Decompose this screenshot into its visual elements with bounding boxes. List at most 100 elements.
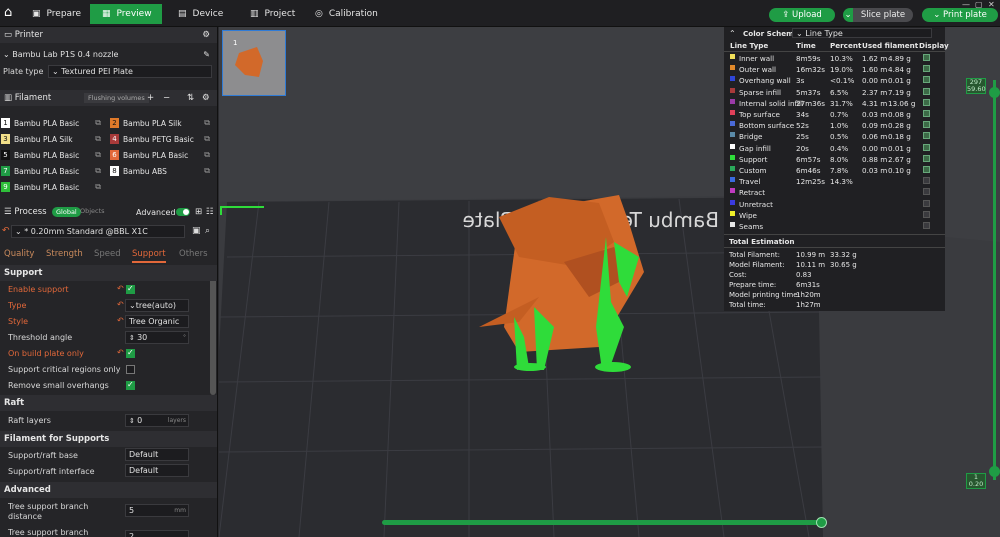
filament-item[interactable]: 9 Bambu PLA Basic ⧉ [1,180,107,194]
layer-slider-bottom-handle[interactable] [989,466,1000,477]
filament-color-swatch[interactable]: 5 [1,150,10,160]
edit-icon[interactable]: ⧉ [204,118,210,128]
display-checkbox[interactable] [923,177,930,185]
filament-item[interactable]: 7 Bambu PLA Basic ⧉ [1,164,107,178]
printer-select[interactable]: ⌄ Bambu Lab P1S 0.4 nozzle ✎ [0,48,212,61]
tab-project[interactable]: ▥ Project [238,4,307,24]
display-checkbox[interactable] [923,143,930,151]
remove-overhangs-checkbox[interactable] [126,380,135,390]
sync-icon[interactable]: ⇅ [187,93,194,103]
save-icon[interactable]: ▣ [192,226,201,236]
plate-type-select[interactable]: ⌄ Textured PEI Plate [48,65,212,78]
filament-color-swatch[interactable]: 8 [110,166,119,176]
filament-item[interactable]: 5 Bambu PLA Basic ⧉ [1,148,107,162]
home-icon[interactable]: ⌂ [4,6,18,20]
upload-button[interactable]: ⇪ Upload [769,8,835,22]
maximize-icon[interactable]: ▢ [975,0,985,9]
critical-checkbox[interactable] [126,365,135,374]
edit-icon[interactable]: ⧉ [204,166,210,176]
filament-color-swatch[interactable]: 7 [1,166,10,176]
color-scheme-select[interactable]: ⌄ Line Type [792,28,932,38]
onplate-checkbox[interactable] [126,348,135,358]
display-checkbox[interactable] [923,222,930,229]
edit-icon[interactable]: ⧉ [95,118,101,128]
tab-others[interactable]: Others [179,249,208,259]
tab-preview[interactable]: ▦ Preview [90,4,162,24]
display-checkbox[interactable] [923,132,930,140]
tab-support[interactable]: Support [132,249,166,263]
display-checkbox[interactable] [923,121,930,129]
process-preset-select[interactable]: ⌄ * 0.20mm Standard @BBL X1C [11,225,185,238]
display-checkbox[interactable] [923,199,930,207]
filament-color-swatch[interactable]: 1 [1,118,10,128]
edit-icon[interactable]: ⧉ [95,166,101,176]
support-interface-select[interactable]: Default [125,464,189,477]
scrollbar[interactable] [210,267,216,395]
filament-color-swatch[interactable]: 2 [110,118,119,128]
tab-prepare[interactable]: ▣ Prepare [20,4,93,24]
close-icon[interactable]: ✕ [988,0,998,9]
chevron-up-icon[interactable]: ⌃ [729,29,736,38]
display-checkbox[interactable] [923,87,930,95]
global-toggle[interactable]: Global [52,207,81,217]
tab-speed[interactable]: Speed [94,249,121,259]
reset-icon[interactable]: ↶ [117,300,124,309]
display-checkbox[interactable] [923,65,930,73]
display-checkbox[interactable] [923,154,930,162]
display-checkbox[interactable] [923,76,930,84]
filament-item[interactable]: 4 Bambu PETG Basic ⧉ [110,132,216,146]
move-slider-handle[interactable] [816,517,827,528]
tab-calibration[interactable]: ◎ Calibration [303,4,390,24]
list-icon[interactable]: ☷ [206,207,214,217]
layer-slider-top-handle[interactable] [989,87,1000,98]
support-base-select[interactable]: Default [125,448,189,461]
reset-icon[interactable]: ↶ [117,348,124,357]
display-checkbox[interactable] [923,110,930,117]
slice-plate-button[interactable]: Slice plate [853,8,913,22]
tab-device[interactable]: ▤ Device [166,4,235,24]
search-icon[interactable]: ⌕ [205,226,210,236]
add-icon[interactable]: + [147,93,154,103]
edit-icon[interactable]: ✎ [203,50,210,59]
edit-icon[interactable]: ⧉ [95,150,101,160]
gear-icon[interactable]: ⚙ [202,93,210,103]
style-select[interactable]: Tree Organic [125,315,189,328]
display-checkbox[interactable] [923,188,930,196]
display-checkbox[interactable] [923,210,930,218]
edit-icon[interactable]: ⧉ [95,182,101,192]
plate-thumbnail[interactable]: 1 [222,30,286,96]
tab-strength[interactable]: Strength [46,249,83,259]
flushing-volumes-button[interactable]: Flushing volumes [84,93,149,103]
display-checkbox[interactable] [923,54,930,61]
objects-toggle[interactable]: Objects [80,207,105,215]
minimize-icon[interactable]: — [962,0,972,9]
layer-slider-track[interactable] [993,80,996,480]
slice-dropdown[interactable]: ⌄ [843,8,853,22]
compare-icon[interactable]: ⊞ [195,207,202,217]
edit-icon[interactable]: ⧉ [95,134,101,144]
display-checkbox[interactable] [923,98,930,106]
threshold-stepper[interactable]: ⇕ 30 ° [125,331,189,344]
filament-color-swatch[interactable]: 4 [110,134,119,144]
type-select[interactable]: ⌄ tree(auto) [125,299,189,312]
branch-distance-input[interactable]: 5 mm [125,504,189,517]
edit-icon[interactable]: ⧉ [204,134,210,144]
filament-item[interactable]: 1 Bambu PLA Basic ⧉ [1,116,107,130]
move-slider-track[interactable] [382,520,822,525]
edit-icon[interactable]: ⧉ [204,150,210,160]
filament-item[interactable]: 8 Bambu ABS ⧉ [110,164,216,178]
reset-icon[interactable]: ↶ [117,316,124,325]
filament-color-swatch[interactable]: 9 [1,182,10,192]
advanced-toggle[interactable] [176,208,190,216]
filament-color-swatch[interactable]: 3 [1,134,10,144]
filament-color-swatch[interactable]: 6 [110,150,119,160]
display-checkbox[interactable] [923,166,930,173]
filament-item[interactable]: 6 Bambu PLA Basic ⧉ [110,148,216,162]
branch-diameter-input[interactable]: 2 [125,530,189,537]
raft-layers-stepper[interactable]: ⇕ 0 layers [125,414,189,427]
remove-icon[interactable]: − [163,93,170,103]
filament-item[interactable]: 3 Bambu PLA Silk ⧉ [1,132,107,146]
reset-icon[interactable]: ↶ [117,284,124,293]
gear-icon[interactable]: ⚙ [202,30,210,40]
filament-item[interactable]: 2 Bambu PLA Silk ⧉ [110,116,216,130]
